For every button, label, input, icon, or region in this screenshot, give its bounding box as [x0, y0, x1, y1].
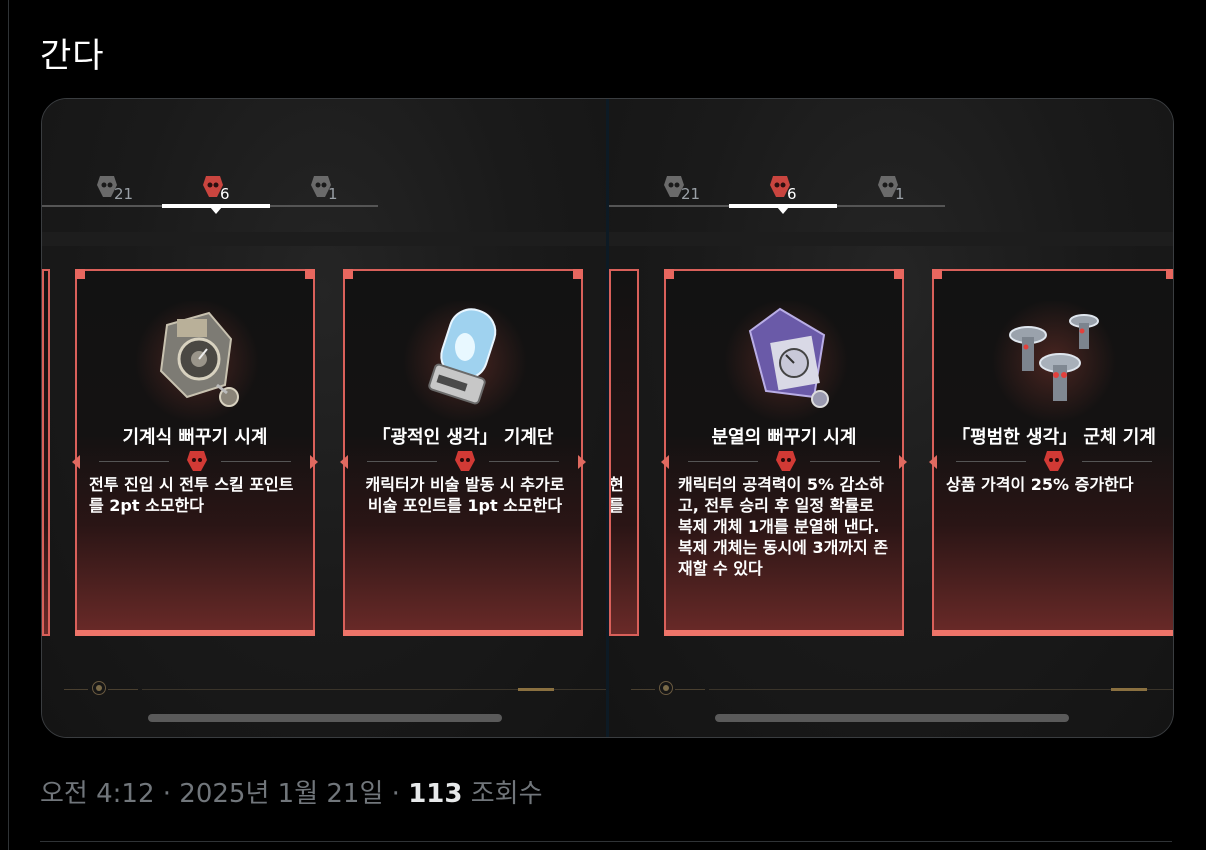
horizontal-scrollbar[interactable]: [715, 714, 1069, 722]
card-notch: [661, 455, 669, 469]
peek-line: 현: [609, 475, 624, 494]
card-name: 「광적인 생각」 기계단: [372, 427, 554, 448]
separator-line: [221, 461, 291, 462]
tab-1[interactable]: 21: [661, 169, 721, 209]
footer-line: [631, 689, 655, 690]
footer-line: [108, 689, 138, 690]
item-card[interactable]: 「광적인 생각」 기계단 캐릭터가 비술 발동 시 추가로 비술 포인트를 1p…: [340, 269, 586, 636]
footer-line: [675, 689, 705, 690]
swarm-robots-art: [1009, 314, 1099, 401]
card-description: 캐릭터가 비술 발동 시 추가로 비술 포인트를 1pt 소모한다: [365, 475, 565, 515]
tab-1[interactable]: 21: [94, 169, 154, 209]
horizontal-scrollbar[interactable]: [148, 714, 502, 722]
separator-line: [956, 461, 1026, 462]
faction-emblem-icon: [187, 451, 207, 471]
tab-count: 21: [681, 185, 701, 203]
tab-count: 6: [787, 185, 797, 203]
tab-2[interactable]: 6: [200, 169, 260, 209]
item-card[interactable]: 「평범한 생각」 군체 기계 상품 가격이 25% 증가한다: [929, 269, 1173, 636]
card-description: 전투 진입 시 전투 스킬 포인트를 2pt 소모한다: [89, 475, 294, 515]
card-corner: [932, 269, 942, 279]
footer-line: [64, 689, 88, 690]
tab-caret-icon: [777, 207, 789, 214]
tab-count: 21: [114, 185, 134, 203]
card-corner: [343, 269, 353, 279]
view-count: 113: [408, 779, 463, 809]
tab-3[interactable]: 1: [875, 169, 935, 209]
separator-line: [489, 461, 559, 462]
card-notch: [578, 455, 586, 469]
post-metadata: 오전 4:12 · 2025년 1월 21일 · 113 조회수: [40, 773, 543, 810]
page-dot-icon: [92, 681, 106, 695]
item-card[interactable]: 분열의 뻐꾸기 시계 캐릭터의 공격력이 5% 감소하고, 전투 승리 후 일정…: [661, 269, 907, 636]
tab-3[interactable]: 1: [308, 169, 368, 209]
card-corner: [894, 269, 904, 279]
card-name: 「평범한 생각」 군체 기계: [952, 427, 1156, 448]
post-text: 간다: [40, 36, 105, 76]
card-notch: [310, 455, 318, 469]
tab-bar: 21 6 1: [609, 159, 945, 214]
card-name: 분열의 뻐꾸기 시계: [711, 427, 857, 448]
screenshot-panel-2[interactable]: 21 6 1 현 를 분열의 뻐꾸기 시계 캐릭터의 공격력이 5% 감소하고,…: [609, 99, 1173, 737]
glass-jar-art: [428, 308, 497, 405]
page-dot-icon: [659, 681, 673, 695]
meta-separator: ·: [162, 779, 172, 809]
faction-emblem-icon: [455, 451, 475, 471]
view-label: 조회수: [470, 779, 543, 809]
card-corner: [573, 269, 583, 279]
separator-line: [688, 461, 758, 462]
separator-line: [810, 461, 880, 462]
separator-line: [367, 461, 437, 462]
item-card[interactable]: 기계식 뻐꾸기 시계 전투 진입 시 전투 스킬 포인트를 2pt 소모한다: [72, 269, 318, 636]
tab-count: 6: [220, 185, 230, 203]
post-time[interactable]: 오전 4:12: [40, 779, 155, 809]
card-corner: [1166, 269, 1173, 279]
peek-card-left[interactable]: [42, 269, 50, 636]
card-description: 캐릭터의 공격력이 5% 감소하고, 전투 승리 후 일정 확률로 복제 개체 …: [678, 475, 889, 578]
divider-band: [42, 232, 606, 246]
timeline-border: [8, 0, 9, 850]
tab-caret-icon: [210, 207, 222, 214]
faction-emblem-icon: [1044, 451, 1064, 471]
post-date[interactable]: 2025년 1월 21일: [179, 779, 383, 809]
card-notch: [340, 455, 348, 469]
bottom-divider: [40, 841, 1172, 842]
post-media[interactable]: 21 6 1 기계식 뻐꾸기 시계 전투 진입 시 전투 스킬 포인트를 2pt…: [41, 98, 1174, 738]
peek-line: 를: [609, 496, 624, 515]
footer-line: [709, 689, 1173, 690]
card-notch: [899, 455, 907, 469]
cuckoo-clock-art: [159, 311, 239, 407]
tab-count: 1: [328, 185, 338, 203]
card-corner: [75, 269, 85, 279]
peek-card-left[interactable]: 현 를: [609, 269, 639, 636]
tab-2[interactable]: 6: [767, 169, 827, 209]
divider-band: [609, 232, 1173, 246]
card-notch: [72, 455, 80, 469]
card-corner: [305, 269, 315, 279]
card-description: 상품 가격이 25% 증가한다: [946, 475, 1134, 494]
tab-count: 1: [895, 185, 905, 203]
peek-card-text: 현 를: [609, 474, 624, 516]
footer-accent: [518, 688, 554, 691]
card-notch: [929, 455, 937, 469]
faction-emblem-icon: [776, 451, 796, 471]
split-cuckoo-clock-art: [748, 307, 829, 408]
screenshot-panel-1[interactable]: 21 6 1 기계식 뻐꾸기 시계 전투 진입 시 전투 스킬 포인트를 2pt…: [42, 99, 606, 737]
meta-separator: ·: [391, 779, 400, 809]
separator-line: [99, 461, 169, 462]
footer-accent: [1111, 688, 1147, 691]
card-name: 기계식 뻐꾸기 시계: [122, 427, 268, 448]
card-corner: [664, 269, 674, 279]
tab-bar: 21 6 1: [42, 159, 378, 214]
separator-line: [1082, 461, 1152, 462]
